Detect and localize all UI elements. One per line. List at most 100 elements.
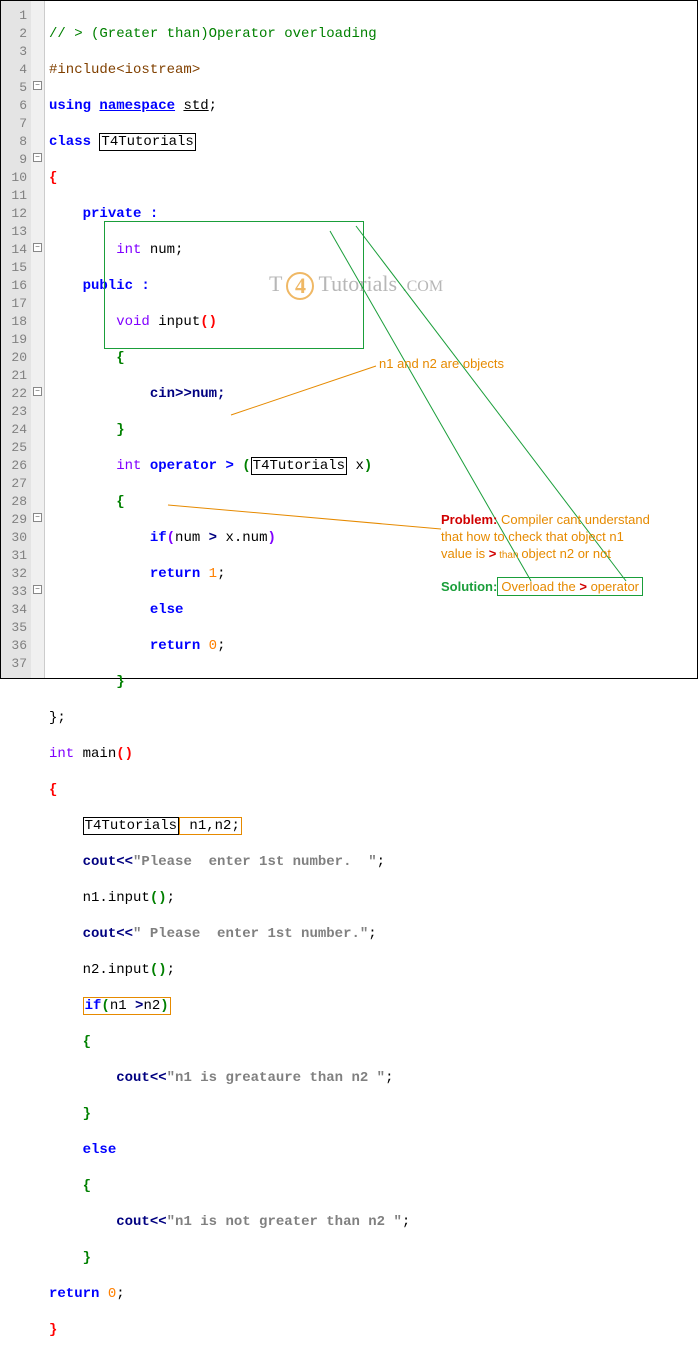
ln: 24 xyxy=(1,421,27,439)
kw: if xyxy=(150,530,167,546)
problem-label: Problem: xyxy=(441,512,497,527)
wm-t: T xyxy=(269,271,282,296)
semi: ; xyxy=(217,638,225,654)
class-name: T4Tutorials xyxy=(99,133,195,151)
problem-text: than xyxy=(496,550,521,561)
paren: ) xyxy=(364,458,372,474)
var-decl: n1,n2; xyxy=(179,817,242,835)
id: n2 xyxy=(143,998,160,1014)
ln: 21 xyxy=(1,367,27,385)
semi: ; xyxy=(385,1070,393,1086)
fold-icon[interactable]: − xyxy=(33,243,42,252)
annotation-solution: Solution:Overload the > operator xyxy=(441,579,643,594)
problem-text: object n2 or not xyxy=(521,546,611,561)
fold-icon[interactable]: − xyxy=(33,387,42,396)
ln: 16 xyxy=(1,277,27,295)
paren: ( xyxy=(101,998,109,1014)
type: int xyxy=(49,746,74,762)
semi: ; xyxy=(167,890,175,906)
brace: { xyxy=(83,1034,91,1050)
ln: 12 xyxy=(1,205,27,223)
id: cout xyxy=(116,1070,150,1086)
ln: 15 xyxy=(1,259,27,277)
str: "n1 is greataure than n2 " xyxy=(167,1070,385,1086)
wm-com: .COM xyxy=(403,278,443,295)
ln: 13 xyxy=(1,223,27,241)
ln: 18 xyxy=(1,313,27,331)
kw: private : xyxy=(83,206,159,222)
ln: 2 xyxy=(1,25,27,43)
ln: 30 xyxy=(1,529,27,547)
num: 0 xyxy=(99,1286,116,1302)
solution-text: Overload the xyxy=(501,579,579,594)
wm-tut: Tutorials xyxy=(318,271,397,296)
ln: 6 xyxy=(1,97,27,115)
kw: else xyxy=(150,602,184,618)
fold-icon[interactable]: − xyxy=(33,81,42,90)
kw: using xyxy=(49,98,91,114)
semi: ; xyxy=(167,962,175,978)
id: main xyxy=(74,746,116,762)
ln: 28 xyxy=(1,493,27,511)
ln: 14 xyxy=(1,241,27,259)
type-ref: T4Tutorials xyxy=(83,817,179,835)
id: cin xyxy=(150,386,175,402)
ln: 22 xyxy=(1,385,27,403)
str: "Please enter 1st number. " xyxy=(133,854,377,870)
paren: () xyxy=(150,890,167,906)
str: " Please enter 1st number." xyxy=(133,926,368,942)
num: 1 xyxy=(200,566,217,582)
solution-label: Solution: xyxy=(441,579,497,594)
ln: 4 xyxy=(1,61,27,79)
op: << xyxy=(150,1214,167,1230)
ln: 17 xyxy=(1,295,27,313)
annotation-problem: Problem: Compiler cant understand that h… xyxy=(441,511,650,564)
semi: ; xyxy=(368,926,376,942)
kw: if xyxy=(85,998,102,1014)
ln: 23 xyxy=(1,403,27,421)
brace: } xyxy=(83,1106,91,1122)
gt-icon: > xyxy=(579,579,587,594)
watermark: T4Tutorials .COM xyxy=(269,271,443,300)
ln: 1 xyxy=(1,7,27,25)
code-preproc: #include<iostream> xyxy=(49,62,200,78)
brace: { xyxy=(116,494,124,510)
problem-text: that how to check that object n1 xyxy=(441,529,624,544)
ln: 32 xyxy=(1,565,27,583)
ln: 8 xyxy=(1,133,27,151)
fold-icon[interactable]: − xyxy=(33,153,42,162)
kw: return xyxy=(49,1286,99,1302)
kw: operator xyxy=(141,458,225,474)
ln: 10 xyxy=(1,169,27,187)
code-comment: // > (Greater than)Operator overloading xyxy=(49,26,377,42)
kw: class xyxy=(49,134,91,150)
brace: } xyxy=(116,674,124,690)
ln: 5 xyxy=(1,79,27,97)
type-ref: T4Tutorials xyxy=(251,457,347,475)
fold-icon[interactable]: − xyxy=(33,585,42,594)
paren: () xyxy=(116,746,133,762)
fold-icon[interactable]: − xyxy=(33,513,42,522)
paren: ) xyxy=(268,530,276,546)
kw: namespace xyxy=(99,98,175,114)
semi: ; xyxy=(209,98,217,114)
ln: 31 xyxy=(1,547,27,565)
ln: 34 xyxy=(1,601,27,619)
brace: } xyxy=(116,422,124,438)
num: 0 xyxy=(200,638,217,654)
ln: 33 xyxy=(1,583,27,601)
semi: ; xyxy=(402,1214,410,1230)
brace: { xyxy=(49,782,57,798)
line-number-gutter: 1 2 3 4 5 6 7 8 9 10 11 12 13 14 15 16 1… xyxy=(1,1,31,678)
op: >>num; xyxy=(175,386,225,402)
ln: 20 xyxy=(1,349,27,367)
brace: } xyxy=(49,1322,57,1338)
semi: ; xyxy=(377,854,385,870)
id: cout xyxy=(83,854,117,870)
paren: ( xyxy=(167,530,175,546)
ln: 36 xyxy=(1,637,27,655)
kw: return xyxy=(150,638,200,654)
ln: 11 xyxy=(1,187,27,205)
end: }; xyxy=(49,710,66,726)
op-gt: > xyxy=(135,998,143,1014)
